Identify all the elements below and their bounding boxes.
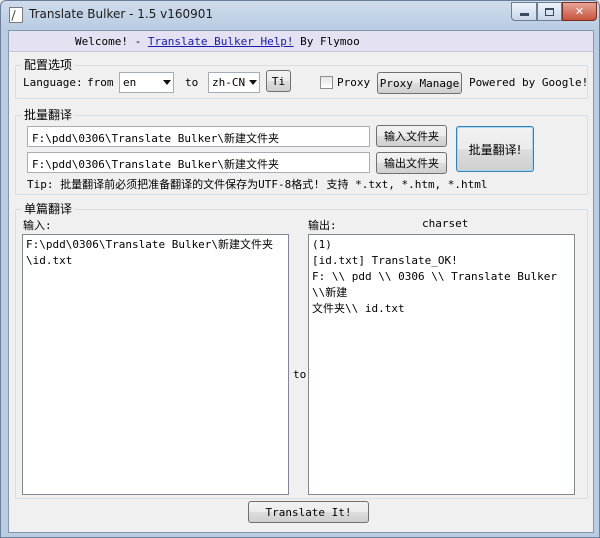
welcome-bar: Welcome! - Translate Bulker Help! By Fly… xyxy=(9,31,593,52)
translate-it-button[interactable]: Translate It! xyxy=(248,501,369,523)
welcome-prefix: Welcome! - xyxy=(75,35,148,48)
input-label: 输入: xyxy=(23,219,52,232)
config-group-title: 配置选项 xyxy=(22,56,75,73)
maximize-icon xyxy=(545,7,554,16)
output-folder-value: F:\pdd\0306\Translate Bulker\新建文件夹 xyxy=(32,158,280,171)
close-icon: ✕ xyxy=(574,5,585,18)
output-line: [id.txt] Translate_OK! xyxy=(312,254,458,267)
from-language-value: en xyxy=(123,76,137,89)
batch-tip: Tip: 批量翻译前必须把准备翻译的文件保存为UTF-8格式! 支持 *.txt… xyxy=(27,178,488,191)
app-icon xyxy=(9,7,23,23)
language-label: Language: xyxy=(23,76,83,89)
input-line: \id.txt xyxy=(26,254,73,267)
to-label: to xyxy=(185,76,199,89)
help-link[interactable]: Translate Bulker Help! xyxy=(148,35,294,48)
charset-label: charset xyxy=(422,217,469,230)
output-folder-button[interactable]: 输出文件夹 xyxy=(376,152,447,174)
output-line: (1) xyxy=(312,238,332,251)
to-language-value: zh-CN xyxy=(212,76,246,89)
close-button[interactable]: ✕ xyxy=(562,2,597,21)
output-line: 文件夹\\ id.txt xyxy=(312,302,405,315)
input-folder-button[interactable]: 输入文件夹 xyxy=(376,125,447,147)
proxy-label: Proxy xyxy=(337,76,371,89)
to-language-select[interactable]: zh-CN xyxy=(208,72,260,93)
from-label: from xyxy=(87,76,114,89)
input-folder-value: F:\pdd\0306\Translate Bulker\新建文件夹 xyxy=(32,132,280,145)
output-line: F: \\ pdd \\ 0306 \\ Translate Bulker \\… xyxy=(312,270,564,299)
input-line: F:\pdd\0306\Translate Bulker\新建文件夹 xyxy=(26,238,274,251)
proxy-manage-button[interactable]: Proxy Manage xyxy=(377,72,462,94)
proxy-checkbox[interactable] xyxy=(320,76,333,89)
to-arrow-label: to xyxy=(293,368,307,381)
input-textarea[interactable]: F:\pdd\0306\Translate Bulker\新建文件夹 \id.t… xyxy=(22,234,289,495)
output-folder-field[interactable]: F:\pdd\0306\Translate Bulker\新建文件夹 xyxy=(27,152,370,173)
from-language-select[interactable]: en xyxy=(119,72,174,93)
minimize-button[interactable] xyxy=(511,2,537,21)
welcome-text: Welcome! - Translate Bulker Help! By Fly… xyxy=(75,35,360,48)
input-folder-field[interactable]: F:\pdd\0306\Translate Bulker\新建文件夹 xyxy=(27,126,370,147)
window-title: Translate Bulker - 1.5 v160901 xyxy=(29,7,214,21)
output-textarea[interactable]: (1) [id.txt] Translate_OK! F: \\ pdd \\ … xyxy=(308,234,575,495)
minimize-icon xyxy=(519,13,529,16)
app-window: Translate Bulker - 1.5 v160901 ✕ Welcome… xyxy=(0,0,600,538)
client-area: Welcome! - Translate Bulker Help! By Fly… xyxy=(8,30,594,533)
title-bar[interactable]: Translate Bulker - 1.5 v160901 ✕ xyxy=(1,1,599,29)
batch-group-title: 批量翻译 xyxy=(22,106,75,123)
maximize-button[interactable] xyxy=(537,2,562,21)
welcome-suffix: By Flymoo xyxy=(293,35,360,48)
ti-button[interactable]: Ti xyxy=(266,70,291,92)
chevron-down-icon xyxy=(163,80,171,85)
output-label: 输出: xyxy=(308,219,337,232)
single-group-title: 单篇翻译 xyxy=(22,200,75,217)
powered-by-label: Powered by Google! xyxy=(469,76,589,89)
chevron-down-icon xyxy=(249,80,257,85)
batch-translate-button[interactable]: 批量翻译! xyxy=(456,126,534,172)
